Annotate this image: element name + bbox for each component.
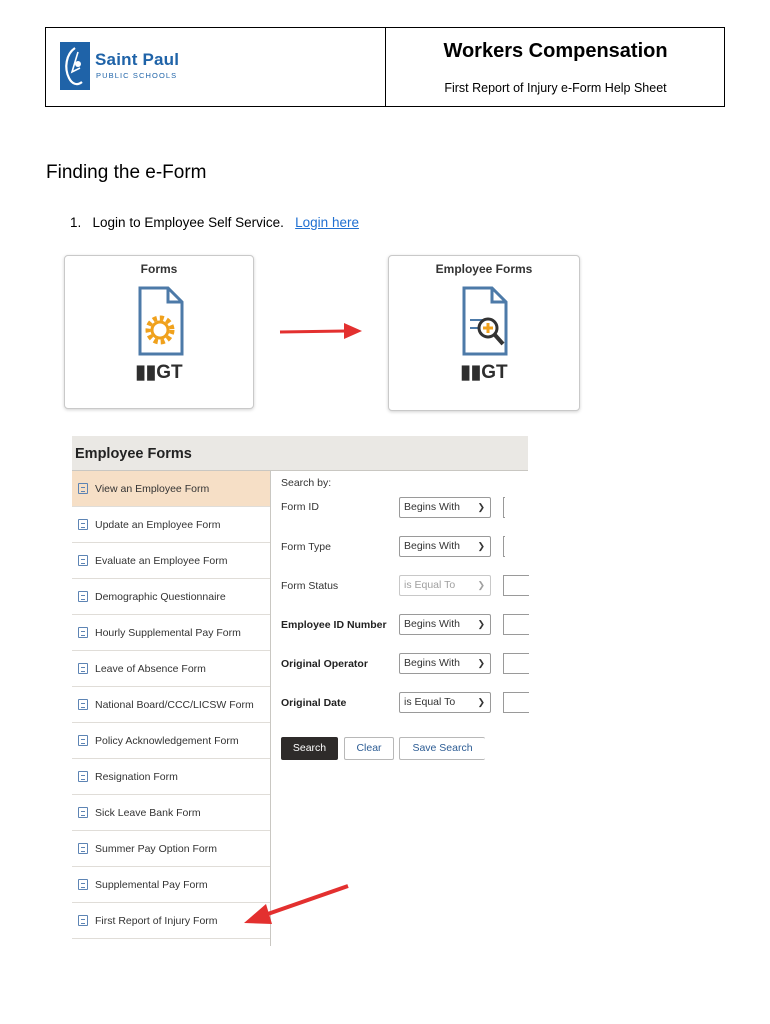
nav-item-sick-leave-bank[interactable]: Sick Leave Bank Form <box>72 795 270 831</box>
nav-item-hourly-supplemental-pay[interactable]: Hourly Supplemental Pay Form <box>72 615 270 651</box>
save-search-button[interactable]: Save Search <box>399 737 485 760</box>
chevron-down-icon: ❯ <box>477 502 485 512</box>
form-icon <box>78 591 88 602</box>
form-status-label: Form Status <box>281 580 339 592</box>
form-icon <box>78 627 88 638</box>
search-button[interactable]: Search <box>281 737 338 760</box>
forms-tile-label: Forms <box>140 262 178 276</box>
employee-forms-tile-brand: ▮▮GT <box>460 362 508 383</box>
form-type-label: Form Type <box>281 541 331 553</box>
pointer-arrow-icon <box>244 884 349 924</box>
original-date-operator-select[interactable]: is Equal To ❯ <box>399 692 491 713</box>
employee-forms-tile[interactable]: Employee Forms ▮▮GT <box>388 255 580 411</box>
forms-tile-brand: ▮▮GT <box>135 362 183 383</box>
nav-item-evaluate-employee-form[interactable]: Evaluate an Employee Form <box>72 543 270 579</box>
chevron-down-icon: ❯ <box>477 658 485 668</box>
step-1: 1. Login to Employee Self Service. Login… <box>70 215 359 230</box>
form-icon <box>78 483 88 494</box>
original-date-label: Original Date <box>281 697 347 709</box>
form-id-label: Form ID <box>281 501 319 513</box>
nav-item-summer-pay-option[interactable]: Summer Pay Option Form <box>72 831 270 867</box>
form-type-input[interactable] <box>503 536 505 557</box>
nav-item-leave-of-absence[interactable]: Leave of Absence Form <box>72 651 270 687</box>
form-icon <box>78 879 88 890</box>
section-title: Finding the e-Form <box>46 162 207 183</box>
nav-item-national-board[interactable]: National Board/CCC/LICSW Form <box>72 687 270 723</box>
employee-id-input[interactable] <box>503 614 529 635</box>
employee-forms-tile-label: Employee Forms <box>435 262 533 276</box>
document-gear-icon <box>138 286 184 356</box>
original-operator-operator-select[interactable]: Begins With ❯ <box>399 653 491 674</box>
form-id-input[interactable] <box>503 497 505 518</box>
employee-id-operator-select[interactable]: Begins With ❯ <box>399 614 491 635</box>
document-search-icon <box>462 286 508 356</box>
nav-divider <box>270 471 271 946</box>
page-subtitle: First Report of Injury e-Form Help Sheet <box>444 81 667 95</box>
form-id-operator-select[interactable]: Begins With ❯ <box>399 497 491 518</box>
header-divider <box>385 27 386 107</box>
page-title: Workers Compensation <box>443 40 668 62</box>
step-number: 1. <box>70 215 82 230</box>
search-by-label: Search by: <box>281 477 332 489</box>
nav-item-view-employee-form[interactable]: View an Employee Form <box>72 471 270 507</box>
clear-button[interactable]: Clear <box>344 737 394 760</box>
chevron-down-icon: ❯ <box>477 541 485 551</box>
chevron-down-icon: ❯ <box>477 619 485 629</box>
form-status-operator-select[interactable]: is Equal To ❯ <box>399 575 491 596</box>
employee-id-label: Employee ID Number <box>281 619 387 631</box>
original-operator-input[interactable] <box>503 653 529 674</box>
chevron-down-icon: ❯ <box>477 580 485 590</box>
form-icon <box>78 519 88 530</box>
form-icon <box>78 735 88 746</box>
forms-tile[interactable]: Forms ▮▮GT <box>64 255 254 409</box>
step-text: Login to Employee Self Service. <box>92 215 284 230</box>
panel-title: Employee Forms <box>75 446 192 462</box>
nav-item-resignation[interactable]: Resignation Form <box>72 759 270 795</box>
original-operator-label: Original Operator <box>281 658 368 670</box>
original-date-input[interactable] <box>503 692 529 713</box>
logo-subtitle: PUBLIC SCHOOLS <box>96 71 178 80</box>
right-arrow-icon <box>279 323 362 339</box>
nav-item-update-employee-form[interactable]: Update an Employee Form <box>72 507 270 543</box>
form-icon <box>78 555 88 566</box>
nav-item-demographic-questionnaire[interactable]: Demographic Questionnaire <box>72 579 270 615</box>
form-status-input[interactable] <box>503 575 529 596</box>
login-link[interactable]: Login here <box>295 215 359 230</box>
form-icon <box>78 771 88 782</box>
form-icon <box>78 915 88 926</box>
form-icon <box>78 663 88 674</box>
form-icon <box>78 843 88 854</box>
logo-name: Saint Paul <box>95 50 180 69</box>
form-icon <box>78 699 88 710</box>
chevron-down-icon: ❯ <box>477 697 485 707</box>
nav-item-policy-acknowledgement[interactable]: Policy Acknowledgement Form <box>72 723 270 759</box>
saint-paul-logo-icon <box>60 42 90 90</box>
form-type-operator-select[interactable]: Begins With ❯ <box>399 536 491 557</box>
form-icon <box>78 807 88 818</box>
